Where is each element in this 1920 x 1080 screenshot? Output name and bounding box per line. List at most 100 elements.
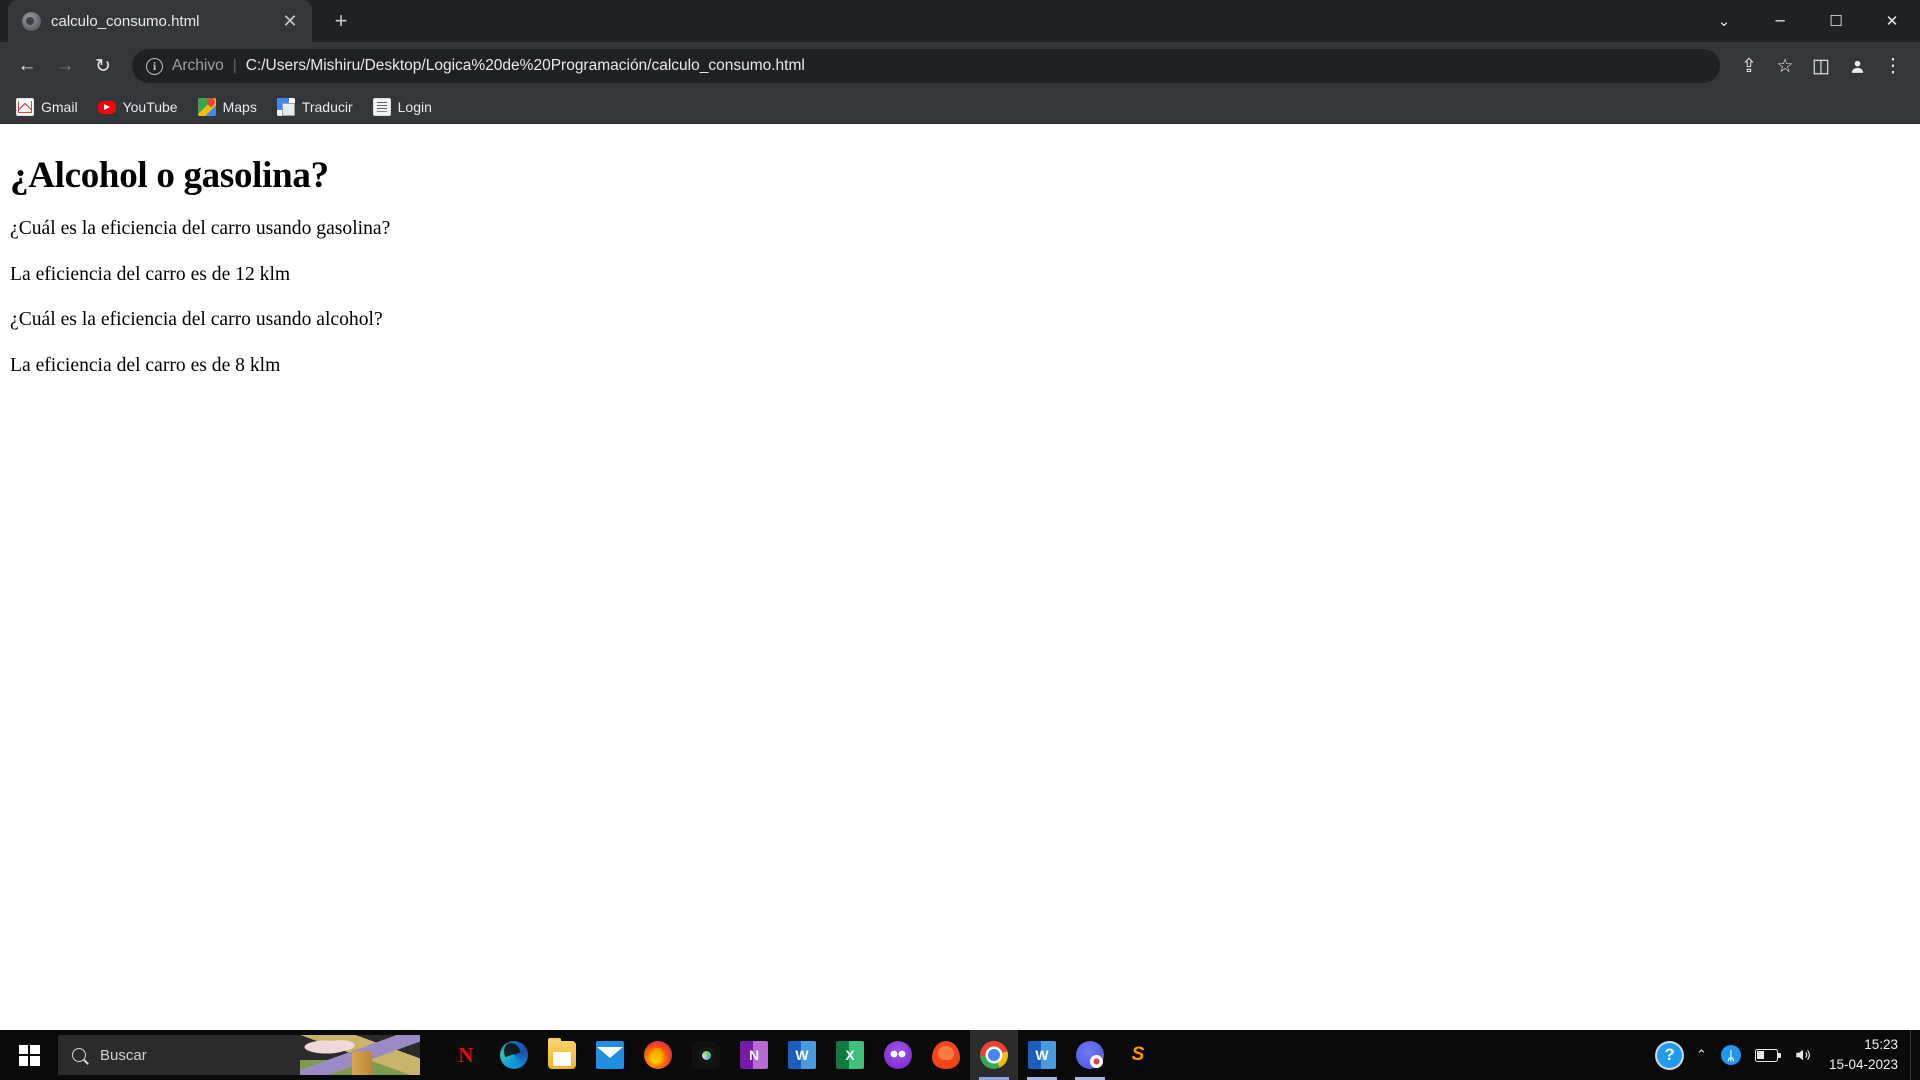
taskbar-app-word-pin[interactable]: W xyxy=(778,1030,826,1080)
volume-tray-icon[interactable] xyxy=(1785,1030,1821,1080)
system-tray: ? ⌃ ᛦ 15:23 15-04-2023 xyxy=(1650,1030,1920,1080)
bookmark-login[interactable]: Login xyxy=(365,94,440,120)
search-icon xyxy=(69,1045,89,1065)
page-paragraph: ¿Cuál es la eficiencia del carro usando … xyxy=(10,309,383,331)
scheme-label: Archivo xyxy=(172,57,224,74)
taskbar-app-explorer[interactable] xyxy=(538,1030,586,1080)
taskbar-app-brave[interactable] xyxy=(922,1030,970,1080)
bookmark-gmail[interactable]: Gmail xyxy=(8,94,86,120)
page-title: ¿Alcohol o gasolina? xyxy=(10,155,329,196)
browser-tab[interactable]: calculo_consumo.html ✕ xyxy=(8,0,312,42)
taskbar-apps: NNWXWS xyxy=(442,1030,1162,1080)
taskbar-app-discord2[interactable] xyxy=(1066,1030,1114,1080)
bluetooth-icon: ᛦ xyxy=(1720,1045,1741,1065)
taskbar-app-excel[interactable]: X xyxy=(826,1030,874,1080)
side-panel-icon[interactable]: ◫ xyxy=(1804,49,1838,83)
youtube-icon xyxy=(97,101,116,114)
document-icon xyxy=(372,97,391,116)
bookmark-traducir[interactable]: Traducir xyxy=(269,94,361,120)
taskbar-app-chrome[interactable] xyxy=(970,1030,1018,1080)
clock-date: 15-04-2023 xyxy=(1828,1057,1898,1072)
firefox-icon xyxy=(644,1041,672,1069)
bookmark-maps[interactable]: Maps xyxy=(190,94,265,120)
mail-icon xyxy=(596,1041,624,1069)
taskbar-app-mail[interactable] xyxy=(586,1030,634,1080)
taskbar-clock[interactable]: 15:23 15-04-2023 xyxy=(1821,1030,1910,1080)
maximize-button[interactable]: ☐ xyxy=(1808,0,1864,42)
clock-time: 15:23 xyxy=(1864,1037,1898,1053)
search-placeholder: Buscar xyxy=(100,1046,147,1064)
new-tab-button[interactable]: + xyxy=(324,4,358,38)
browser-toolbar: ← → ↻ i Archivo | C:/Users/Mishiru/Deskt… xyxy=(0,42,1920,90)
bookmark-star-icon[interactable]: ☆ xyxy=(1768,49,1802,83)
google-translate-icon xyxy=(276,97,295,116)
tab-strip: calculo_consumo.html ✕ + ⌄ ─ ☐ ✕ xyxy=(0,0,1920,42)
back-button[interactable]: ← xyxy=(10,49,44,83)
obs-studio-icon xyxy=(692,1041,720,1069)
bookmark-label: Traducir xyxy=(301,98,353,115)
page-paragraph: ¿Cuál es la eficiencia del carro usando … xyxy=(10,218,391,239)
chrome-icon xyxy=(980,1041,1008,1069)
close-window-button[interactable]: ✕ xyxy=(1864,0,1920,42)
bookmark-label: Gmail xyxy=(41,98,78,115)
show-desktop-button[interactable] xyxy=(1910,1030,1916,1080)
question-mark-icon: ? xyxy=(1657,1042,1683,1068)
chevron-up-icon: ⌃ xyxy=(1696,1047,1707,1062)
url-text: C:/Users/Mishiru/Desktop/Logica%20de%20P… xyxy=(245,57,805,74)
chevron-down-icon[interactable]: ⌄ xyxy=(1696,0,1752,42)
search-highlight-image xyxy=(300,1035,420,1075)
browser-window: calculo_consumo.html ✕ + ⌄ ─ ☐ ✕ ← → ↻ i… xyxy=(0,0,1920,1055)
word-icon: W xyxy=(1028,1041,1056,1069)
bluetooth-tray-icon[interactable]: ᛦ xyxy=(1714,1030,1748,1080)
taskbar-app-word[interactable]: W xyxy=(1018,1030,1066,1080)
onenote-icon: N xyxy=(740,1041,768,1069)
windows-taskbar: Buscar NNWXWS ? ⌃ ᛦ 15:23 15-04-2023 xyxy=(0,1030,1920,1080)
discord-icon xyxy=(1076,1041,1104,1069)
forward-button[interactable]: → xyxy=(48,49,82,83)
netflix-icon: N xyxy=(452,1041,480,1069)
sublime-text-icon: S xyxy=(1124,1041,1152,1069)
google-maps-icon xyxy=(197,97,216,116)
minimize-button[interactable]: ─ xyxy=(1752,0,1808,42)
toolbar-actions: ⇪ ☆ ◫ ⋮ xyxy=(1732,49,1910,83)
close-icon[interactable]: ✕ xyxy=(278,9,302,33)
bookmark-label: Login xyxy=(397,98,432,115)
excel-icon: X xyxy=(836,1041,864,1069)
battery-icon xyxy=(1754,1048,1781,1062)
word-icon: W xyxy=(788,1041,816,1069)
start-button[interactable] xyxy=(0,1030,58,1080)
bookmarks-bar: Gmail YouTube Maps Traducir Login xyxy=(0,90,1920,124)
show-hidden-icons-button[interactable]: ⌃ xyxy=(1689,1030,1714,1080)
taskbar-app-sublime[interactable]: S xyxy=(1114,1030,1162,1080)
window-controls: ⌄ ─ ☐ ✕ xyxy=(1696,0,1920,42)
reload-button[interactable]: ↻ xyxy=(86,49,120,83)
taskbar-app-edge[interactable] xyxy=(490,1030,538,1080)
bookmark-label: YouTube xyxy=(122,98,178,115)
taskbar-app-firefox[interactable] xyxy=(634,1030,682,1080)
page-paragraph: La eficiencia del carro es de 12 klm xyxy=(10,263,291,285)
omnibox-separator: | xyxy=(232,57,237,74)
page-paragraph: La eficiencia del carro es de 8 klm xyxy=(10,354,281,376)
discord-icon xyxy=(884,1041,912,1069)
battery-tray-icon[interactable] xyxy=(1748,1030,1785,1080)
taskbar-app-onenote[interactable]: N xyxy=(730,1030,778,1080)
page-content: ¿Alcohol o gasolina? ¿Cuál es la eficien… xyxy=(0,124,1920,1055)
bookmark-label: Maps xyxy=(222,98,257,115)
taskbar-app-discord[interactable] xyxy=(874,1030,922,1080)
share-icon[interactable]: ⇪ xyxy=(1732,49,1766,83)
file-explorer-icon xyxy=(548,1038,576,1069)
taskbar-app-obs[interactable] xyxy=(682,1030,730,1080)
address-bar[interactable]: i Archivo | C:/Users/Mishiru/Desktop/Log… xyxy=(132,49,1720,83)
gmail-icon xyxy=(16,97,34,116)
profile-avatar-icon[interactable] xyxy=(1840,49,1874,83)
menu-icon[interactable]: ⋮ xyxy=(1876,49,1910,83)
taskbar-app-netflix[interactable]: N xyxy=(442,1030,490,1080)
bookmark-youtube[interactable]: YouTube xyxy=(90,95,186,119)
help-tray-icon[interactable]: ? xyxy=(1650,1030,1689,1080)
info-icon[interactable]: i xyxy=(146,57,163,75)
taskbar-search[interactable]: Buscar xyxy=(58,1035,420,1075)
brave-icon xyxy=(932,1041,960,1069)
globe-icon xyxy=(22,11,41,31)
edge-icon xyxy=(500,1041,528,1069)
tab-title: calculo_consumo.html xyxy=(51,12,200,30)
